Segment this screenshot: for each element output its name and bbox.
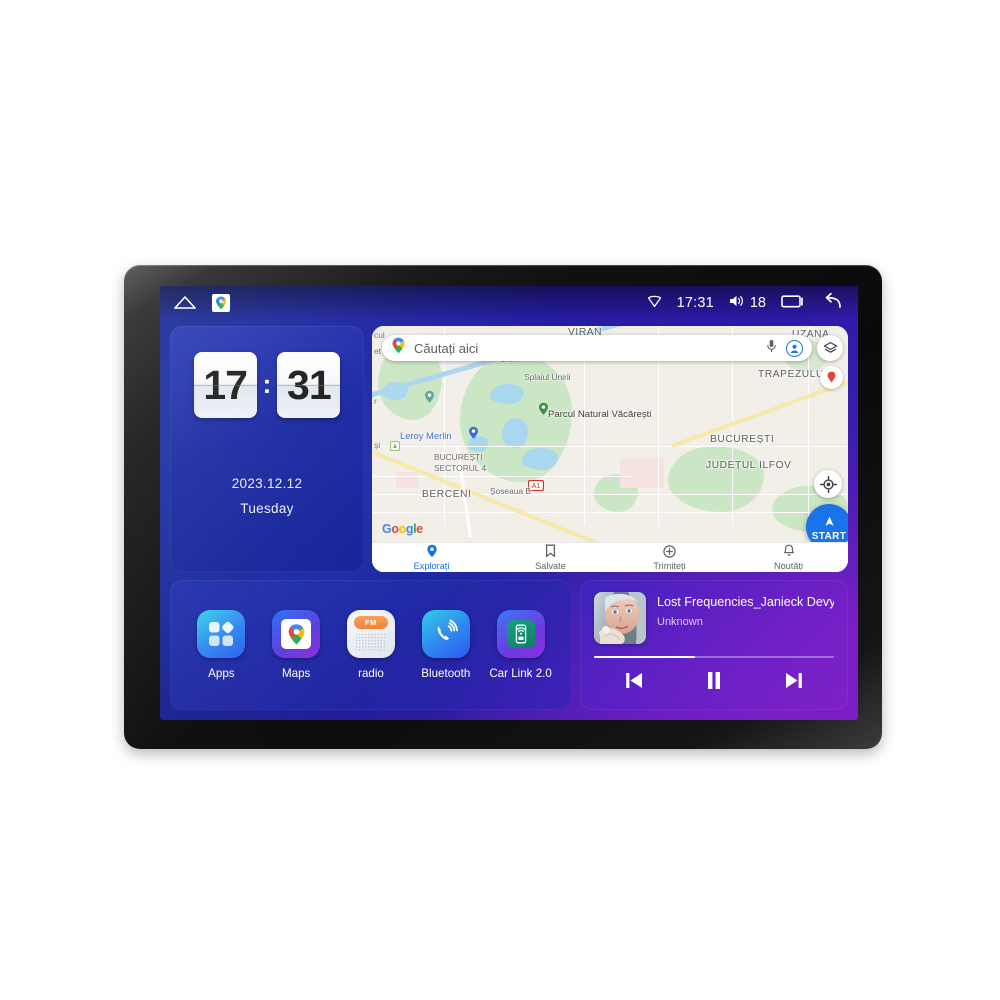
map-label: și [374, 440, 381, 450]
map-label: Leroy Merlin [400, 430, 452, 441]
map-label: BERCENI [422, 489, 472, 500]
map-label: BUCUREȘTI [434, 452, 483, 462]
map-label: Splaiul Unirii [524, 372, 571, 382]
map-nav-label: Salvate [535, 561, 566, 571]
car-link-icon [496, 610, 545, 658]
map-nav-item-trimiteți[interactable]: Trimiteți [610, 544, 729, 571]
app-label: Car Link 2.0 [489, 667, 552, 680]
app-label: Maps [282, 667, 311, 680]
map-layers-button[interactable] [817, 335, 843, 361]
google-attribution: Google [382, 522, 423, 536]
apps-grid-icon [197, 610, 246, 658]
explore-pin-icon [426, 544, 438, 560]
maps-widget[interactable]: A1 UZANAVIRANTRAPEZULUISplaiul UniriiUni… [372, 326, 848, 572]
status-time: 17:31 [676, 295, 714, 311]
back-arrow-icon[interactable] [818, 292, 842, 314]
my-location-button[interactable] [814, 470, 842, 498]
wifi-icon [647, 294, 662, 313]
map-label: JUDEȚUL ILFOV [706, 460, 792, 471]
map-label: SECTORUL 4 [434, 463, 487, 473]
clock-separator: : [262, 369, 272, 399]
home-screen: 17 : 31 2023.12.12 Tuesday A1 UZANA VIRA… [160, 320, 858, 720]
fm-radio-icon: FM [346, 610, 395, 658]
map-nav-label: Trimiteți [653, 560, 686, 571]
previous-track-button[interactable] [623, 671, 645, 690]
clock-date: 2023.12.12 [231, 476, 303, 491]
map-nav-item-salvate[interactable]: Salvate [491, 544, 610, 571]
red-pin-icon[interactable] [820, 366, 843, 389]
app-item-car-link[interactable]: Car Link 2.0 [485, 610, 557, 680]
clock-minutes: 31 [277, 352, 341, 418]
svg-text:A1: A1 [532, 483, 541, 490]
app-dock: Apps Maps FM radio Bluetooth Car Link 2.… [170, 580, 572, 710]
app-item-radio[interactable]: FM radio [335, 610, 407, 680]
album-art [594, 592, 646, 644]
map-nav-label: Explorați [413, 561, 450, 571]
map-label: Șoseaua B [490, 486, 531, 496]
clock-widget[interactable]: 17 : 31 2023.12.12 Tuesday [170, 326, 364, 572]
map-search-bar[interactable]: Căutați aici [382, 335, 812, 361]
map-label: TRAPEZULUI [758, 369, 828, 380]
media-title: Lost Frequencies_Janieck Devy-... [657, 595, 834, 609]
google-maps-icon [272, 610, 321, 658]
bluetooth-phone-icon [421, 610, 470, 658]
map-label: et [374, 346, 381, 356]
status-bar: 17:31 18 [160, 286, 858, 320]
volume-level: 18 [749, 295, 766, 311]
media-artist: Unknown [657, 616, 703, 628]
map-canvas[interactable]: A1 [372, 326, 848, 572]
map-search-input[interactable]: Căutați aici [414, 341, 758, 356]
app-label: Bluetooth [421, 667, 471, 680]
map-shop-icon [390, 438, 400, 456]
clock-hours: 17 [193, 352, 257, 418]
clock-day: Tuesday [240, 501, 294, 516]
recents-icon[interactable] [781, 293, 803, 314]
app-label: radio [358, 667, 384, 680]
device-screen: 17:31 18 17: 31 2023.12.12 Tuesday A1 U… [160, 286, 858, 720]
plus-circle-icon [663, 544, 676, 560]
bell-icon [783, 544, 795, 560]
map-nav-item-explorați[interactable]: Explorați [372, 544, 491, 571]
next-track-button[interactable] [783, 671, 805, 690]
app-item-maps[interactable]: Maps [260, 610, 332, 680]
map-store-pin [468, 426, 479, 445]
flip-clock: 17 : 31 [193, 352, 341, 418]
account-avatar-icon[interactable] [786, 339, 803, 357]
app-item-apps[interactable]: Apps [185, 610, 257, 680]
play-pause-button[interactable] [704, 670, 724, 691]
app-label: Apps [208, 667, 235, 680]
map-label: cul [374, 330, 385, 340]
map-poi-pin [424, 390, 435, 409]
map-label: Parcul Natural Văcărești [548, 409, 652, 420]
app-item-bluetooth[interactable]: Bluetooth [410, 610, 482, 680]
maps-pin-icon [391, 337, 406, 359]
map-nav-label: Noutăți [773, 561, 804, 571]
maps-pin-icon[interactable] [212, 294, 230, 312]
home-icon[interactable] [174, 295, 196, 311]
map-label: BUCUREȘTI [710, 434, 775, 445]
map-label: r [374, 396, 377, 406]
bookmark-icon [545, 544, 556, 560]
start-button-label: START [811, 530, 847, 542]
map-bottom-nav: Explorați Salvate Trimiteți Noutăți [372, 542, 848, 572]
map-nav-item-noutăți[interactable]: Noutăți [729, 544, 848, 571]
volume-icon[interactable] [729, 294, 744, 313]
microphone-icon[interactable] [766, 339, 777, 358]
media-progress-fill [594, 656, 695, 659]
media-player-widget[interactable]: Lost Frequencies_Janieck Devy-... Unknow… [580, 580, 848, 710]
car-head-unit-device: 17:31 18 17: 31 2023.12.12 Tuesday A1 U… [124, 265, 882, 749]
media-progress-bar[interactable] [594, 656, 834, 659]
